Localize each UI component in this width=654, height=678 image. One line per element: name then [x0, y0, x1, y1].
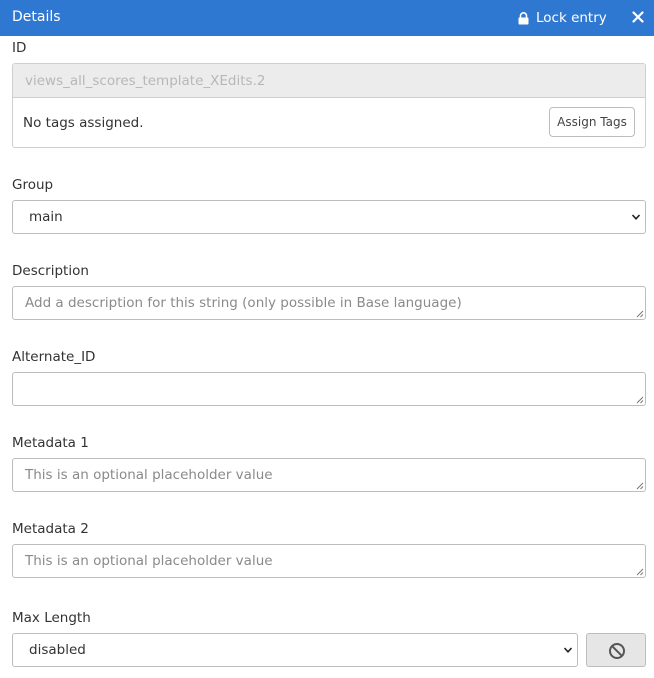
- chevron-down-icon: [631, 214, 641, 220]
- lock-icon: [518, 11, 529, 24]
- group-select[interactable]: main: [12, 200, 646, 234]
- description-field[interactable]: Add a description for this string (only …: [12, 286, 646, 320]
- resize-grip-icon[interactable]: [635, 567, 644, 576]
- description-label: Description: [12, 263, 89, 279]
- alternate-id-field[interactable]: [12, 372, 646, 406]
- assign-tags-button[interactable]: Assign Tags: [549, 107, 635, 137]
- metadata-2-label: Metadata 2: [12, 521, 89, 537]
- id-field: views_all_scores_template_XEdits.2: [13, 64, 645, 98]
- close-button[interactable]: [630, 9, 646, 25]
- metadata-1-placeholder: This is an optional placeholder value: [25, 467, 273, 483]
- id-tags-box: views_all_scores_template_XEdits.2 No ta…: [12, 63, 646, 148]
- ban-icon: [609, 643, 625, 659]
- details-header: Details Lock entry: [0, 0, 654, 36]
- lock-entry-button[interactable]: Lock entry: [518, 9, 607, 27]
- metadata-1-label: Metadata 1: [12, 435, 89, 451]
- resize-grip-icon[interactable]: [635, 481, 644, 490]
- resize-grip-icon[interactable]: [635, 395, 644, 404]
- disable-max-length-button[interactable]: [586, 633, 646, 667]
- max-length-label: Max Length: [12, 610, 91, 626]
- description-placeholder: Add a description for this string (only …: [25, 295, 462, 311]
- resize-grip-icon[interactable]: [635, 309, 644, 318]
- close-icon: [632, 11, 644, 23]
- max-length-selected-value: disabled: [29, 642, 86, 658]
- lock-entry-label: Lock entry: [536, 10, 607, 26]
- group-label: Group: [12, 177, 54, 193]
- panel-title: Details: [12, 9, 61, 25]
- chevron-down-icon: [563, 647, 573, 653]
- id-label: ID: [12, 40, 27, 56]
- tags-status: No tags assigned.: [23, 115, 144, 131]
- metadata-2-placeholder: This is an optional placeholder value: [25, 553, 273, 569]
- group-selected-value: main: [29, 209, 63, 225]
- alternate-id-label: Alternate_ID: [12, 349, 96, 365]
- max-length-select[interactable]: disabled: [12, 633, 578, 667]
- metadata-2-field[interactable]: This is an optional placeholder value: [12, 544, 646, 578]
- metadata-1-field[interactable]: This is an optional placeholder value: [12, 458, 646, 492]
